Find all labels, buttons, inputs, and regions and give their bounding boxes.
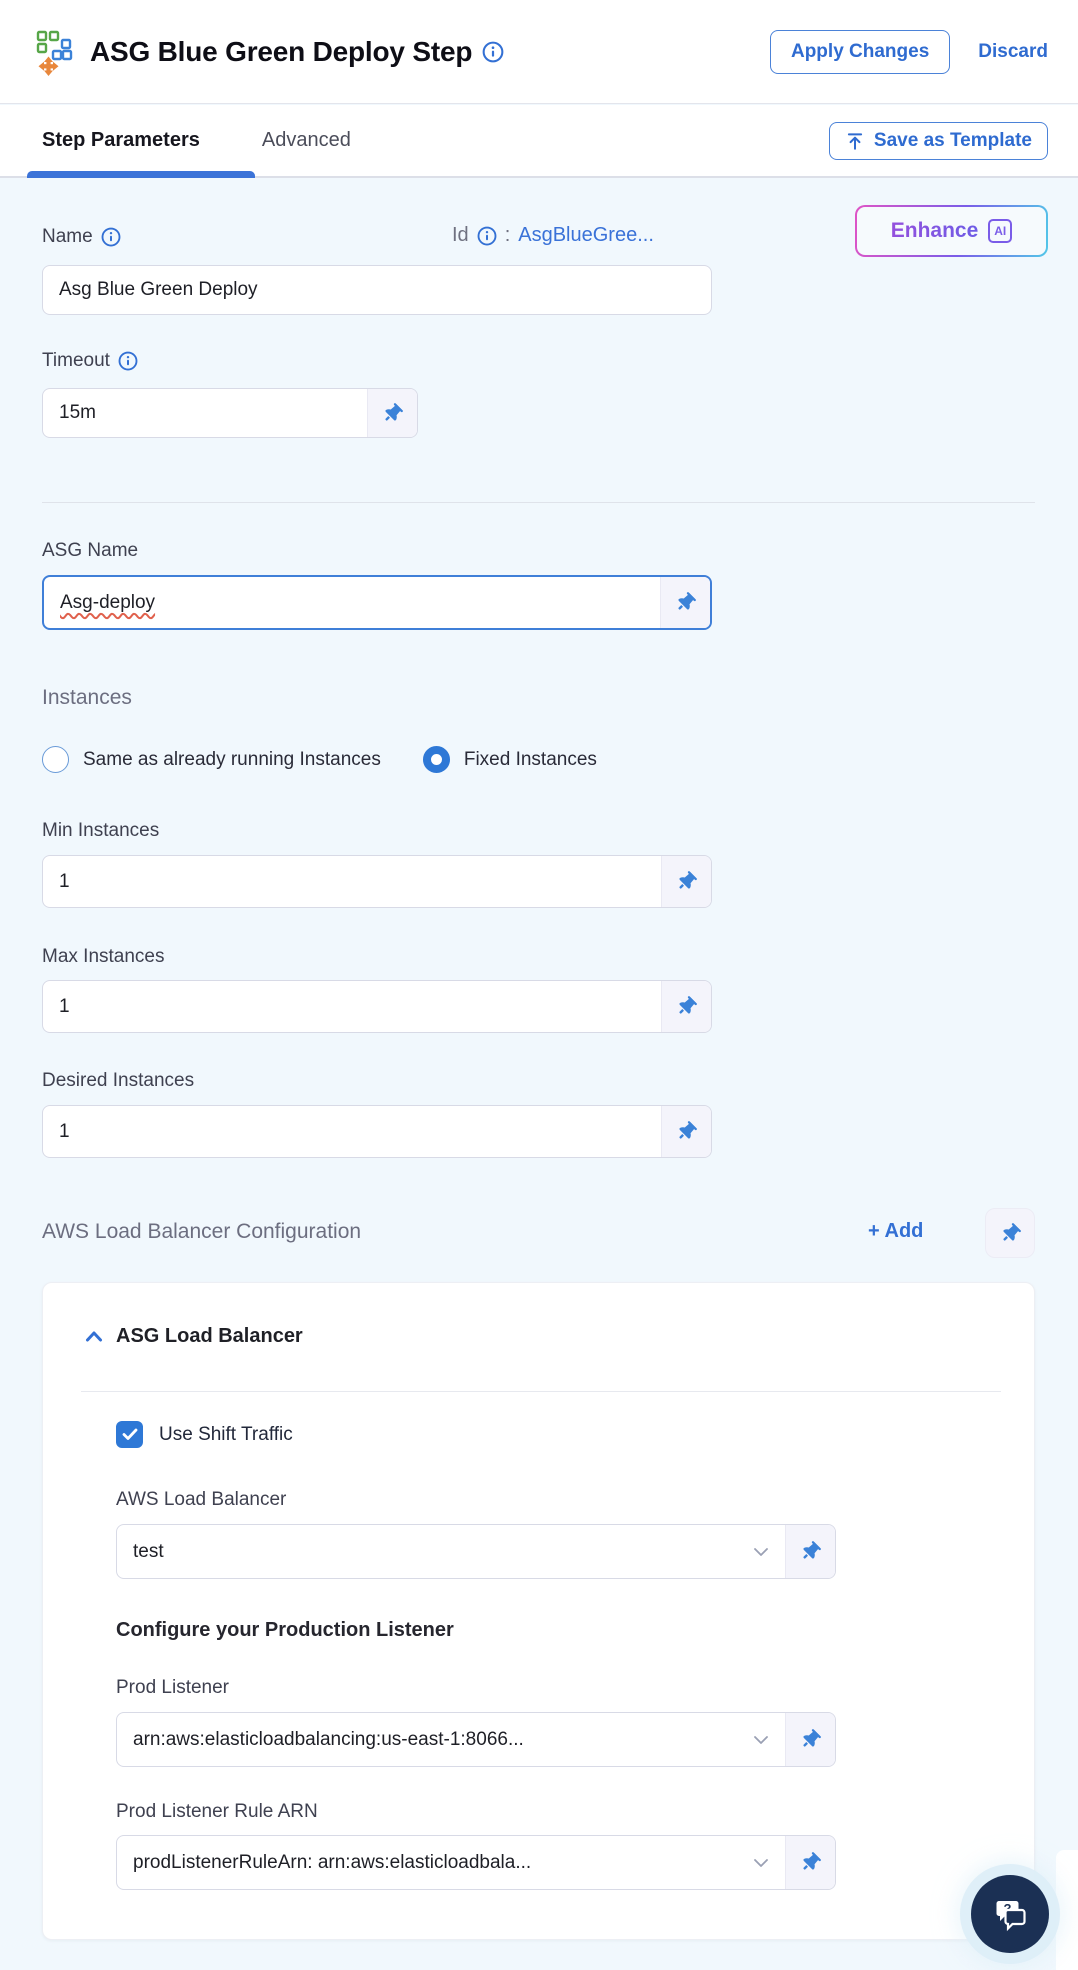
chevron-down-icon[interactable] bbox=[753, 1836, 785, 1889]
title-info-icon[interactable] bbox=[482, 41, 504, 63]
pin-icon bbox=[803, 1541, 821, 1559]
asg-blue-green-step-icon bbox=[36, 30, 73, 76]
lb-config-pin-button[interactable] bbox=[985, 1208, 1035, 1258]
min-instances-label: Min Instances bbox=[42, 820, 160, 841]
min-instances-pin-button[interactable] bbox=[661, 856, 711, 907]
pin-icon bbox=[1002, 1222, 1021, 1241]
timeout-label: Timeout bbox=[42, 350, 138, 372]
id-info-icon[interactable] bbox=[477, 226, 497, 246]
max-instances-label: Max Instances bbox=[42, 946, 165, 967]
radio-same-as-running[interactable] bbox=[42, 746, 69, 773]
pin-icon bbox=[679, 996, 697, 1014]
help-chat-button[interactable]: ? bbox=[971, 1875, 1049, 1953]
desired-instances-value: 1 bbox=[59, 1120, 70, 1142]
instances-heading: Instances bbox=[42, 686, 132, 709]
pin-icon bbox=[803, 1852, 821, 1870]
prod-listener-value: arn:aws:elasticloadbalancing:us-east-1:8… bbox=[133, 1728, 524, 1750]
max-instances-value: 1 bbox=[59, 995, 70, 1017]
prod-listener-rule-arn-label: Prod Listener Rule ARN bbox=[116, 1801, 318, 1822]
prod-listener-label: Prod Listener bbox=[116, 1677, 230, 1698]
aws-load-balancer-value: test bbox=[133, 1540, 164, 1562]
pin-icon bbox=[803, 1729, 821, 1747]
use-shift-traffic-row: Use Shift Traffic bbox=[116, 1421, 293, 1448]
desired-instances-pin-button[interactable] bbox=[661, 1106, 711, 1157]
add-load-balancer-button[interactable]: + Add bbox=[868, 1220, 923, 1243]
check-icon bbox=[122, 1428, 137, 1440]
collapse-chevron-up-icon[interactable] bbox=[85, 1330, 103, 1343]
step-id: Id : AsgBlueGree... bbox=[452, 224, 654, 247]
upload-icon bbox=[847, 132, 863, 150]
use-shift-traffic-checkbox[interactable] bbox=[116, 1421, 143, 1448]
max-instances-pin-button[interactable] bbox=[661, 981, 711, 1032]
asg-name-label: ASG Name bbox=[42, 540, 139, 561]
radio-same-as-running-label[interactable]: Same as already running Instances bbox=[83, 749, 381, 771]
use-shift-traffic-label[interactable]: Use Shift Traffic bbox=[159, 1424, 293, 1446]
right-edge-panel bbox=[1056, 1850, 1078, 1970]
prod-listener-rule-arn-select[interactable]: prodListenerRuleArn: arn:aws:elasticload… bbox=[116, 1835, 836, 1890]
page-title: ASG Blue Green Deploy Step bbox=[90, 35, 473, 67]
asg-name-input-value: Asg-deploy bbox=[60, 591, 156, 613]
prod-listener-rule-arn-pin-button[interactable] bbox=[785, 1836, 835, 1889]
chevron-down-icon[interactable] bbox=[753, 1713, 785, 1766]
asg-load-balancer-card: ASG Load Balancer Use Shift Traffic AWS … bbox=[42, 1282, 1035, 1940]
aws-lb-configuration-heading: AWS Load Balancer Configuration bbox=[42, 1220, 362, 1243]
min-instances-value: 1 bbox=[59, 870, 70, 892]
pin-icon bbox=[678, 592, 696, 610]
id-separator: : bbox=[504, 224, 511, 246]
name-label: Name bbox=[42, 226, 121, 248]
ai-badge: AI bbox=[988, 219, 1013, 243]
chevron-down-icon[interactable] bbox=[753, 1525, 785, 1578]
save-as-template-button[interactable]: Save as Template bbox=[828, 121, 1048, 160]
name-info-icon[interactable] bbox=[101, 227, 121, 247]
configure-production-listener-heading: Configure your Production Listener bbox=[116, 1619, 454, 1641]
asg-name-pin-button[interactable] bbox=[660, 577, 710, 628]
discard-button[interactable]: Discard bbox=[978, 41, 1048, 63]
aws-load-balancer-select[interactable]: test bbox=[116, 1524, 836, 1579]
section-divider bbox=[42, 502, 1035, 503]
timeout-input-value: 15m bbox=[59, 402, 96, 423]
timeout-input[interactable]: 15m bbox=[42, 388, 418, 438]
radio-fixed-instances[interactable] bbox=[422, 746, 450, 773]
radio-fixed-instances-label[interactable]: Fixed Instances bbox=[464, 749, 597, 771]
aws-load-balancer-label: AWS Load Balancer bbox=[116, 1489, 287, 1510]
instances-radio-group: Same as already running Instances Fixed … bbox=[42, 746, 597, 773]
desired-instances-input[interactable]: 1 bbox=[42, 1105, 712, 1158]
prod-listener-select[interactable]: arn:aws:elasticloadbalancing:us-east-1:8… bbox=[116, 1712, 836, 1767]
timeout-pin-button[interactable] bbox=[367, 389, 417, 437]
pin-icon bbox=[679, 871, 697, 889]
step-config-panel: ASG Blue Green Deploy Step Apply Changes… bbox=[0, 0, 1078, 1970]
timeout-info-icon[interactable] bbox=[118, 351, 138, 371]
pin-icon bbox=[385, 402, 403, 421]
chat-help-icon: ? bbox=[996, 1901, 1026, 1932]
prod-listener-rule-arn-value: prodListenerRuleArn: arn:aws:elasticload… bbox=[133, 1851, 532, 1873]
step-parameters-form: Name Id : AsgBlueGree... Enhance AI Asg … bbox=[0, 178, 1078, 1970]
id-label: Id bbox=[452, 224, 469, 246]
enhance-ai-button[interactable]: Enhance AI bbox=[855, 205, 1048, 257]
desired-instances-label: Desired Instances bbox=[42, 1070, 195, 1091]
active-tab-indicator bbox=[27, 171, 255, 178]
tab-step-parameters[interactable]: Step Parameters bbox=[42, 129, 200, 152]
asg-name-input[interactable]: Asg-deploy bbox=[42, 575, 712, 630]
card-divider bbox=[81, 1391, 1001, 1392]
tab-advanced[interactable]: Advanced bbox=[262, 129, 351, 152]
id-value[interactable]: AsgBlueGree... bbox=[518, 224, 654, 247]
header: ASG Blue Green Deploy Step Apply Changes… bbox=[0, 0, 1078, 104]
name-input-value: Asg Blue Green Deploy bbox=[59, 279, 258, 300]
pin-icon bbox=[679, 1121, 697, 1139]
min-instances-input[interactable]: 1 bbox=[42, 855, 712, 908]
aws-load-balancer-pin-button[interactable] bbox=[785, 1525, 835, 1578]
name-input[interactable]: Asg Blue Green Deploy bbox=[42, 265, 712, 315]
card-title[interactable]: ASG Load Balancer bbox=[116, 1325, 303, 1348]
max-instances-input[interactable]: 1 bbox=[42, 980, 712, 1033]
tab-bar: Step Parameters Advanced Save as Templat… bbox=[0, 105, 1078, 178]
prod-listener-pin-button[interactable] bbox=[785, 1713, 835, 1766]
apply-changes-button[interactable]: Apply Changes bbox=[769, 29, 951, 74]
